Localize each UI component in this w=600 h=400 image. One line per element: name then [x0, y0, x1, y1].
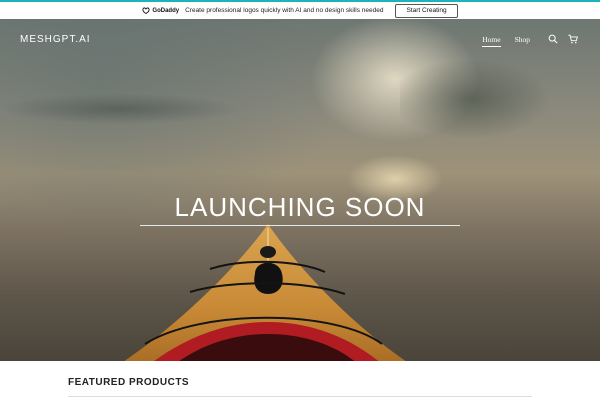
header-icons: [548, 34, 578, 44]
godaddy-logo[interactable]: GoDaddy: [142, 7, 179, 14]
start-creating-button[interactable]: Start Creating: [395, 3, 458, 18]
hero-trees: [400, 49, 600, 139]
nav-home[interactable]: Home: [482, 35, 501, 47]
nav-shop[interactable]: Shop: [515, 35, 530, 47]
featured-divider: [68, 396, 532, 397]
hero-banner: MESHGPT.AI Home Shop LAUNCHING SOON: [0, 19, 600, 361]
cart-icon[interactable]: [568, 34, 578, 44]
main-nav: Home Shop: [482, 35, 530, 47]
kayak-image: [124, 224, 406, 361]
hero-shoreline: [0, 89, 280, 129]
search-icon[interactable]: [548, 34, 558, 44]
site-title[interactable]: MESHGPT.AI: [20, 34, 91, 45]
promo-message: Create professional logos quickly with A…: [185, 7, 384, 14]
promo-bar: GoDaddy Create professional logos quickl…: [0, 0, 600, 19]
featured-products-title: FEATURED PRODUCTS: [68, 377, 190, 388]
headline-divider: [140, 225, 460, 226]
godaddy-icon: [142, 7, 150, 14]
godaddy-brand: GoDaddy: [152, 7, 180, 14]
hero-headline: LAUNCHING SOON: [174, 192, 426, 222]
